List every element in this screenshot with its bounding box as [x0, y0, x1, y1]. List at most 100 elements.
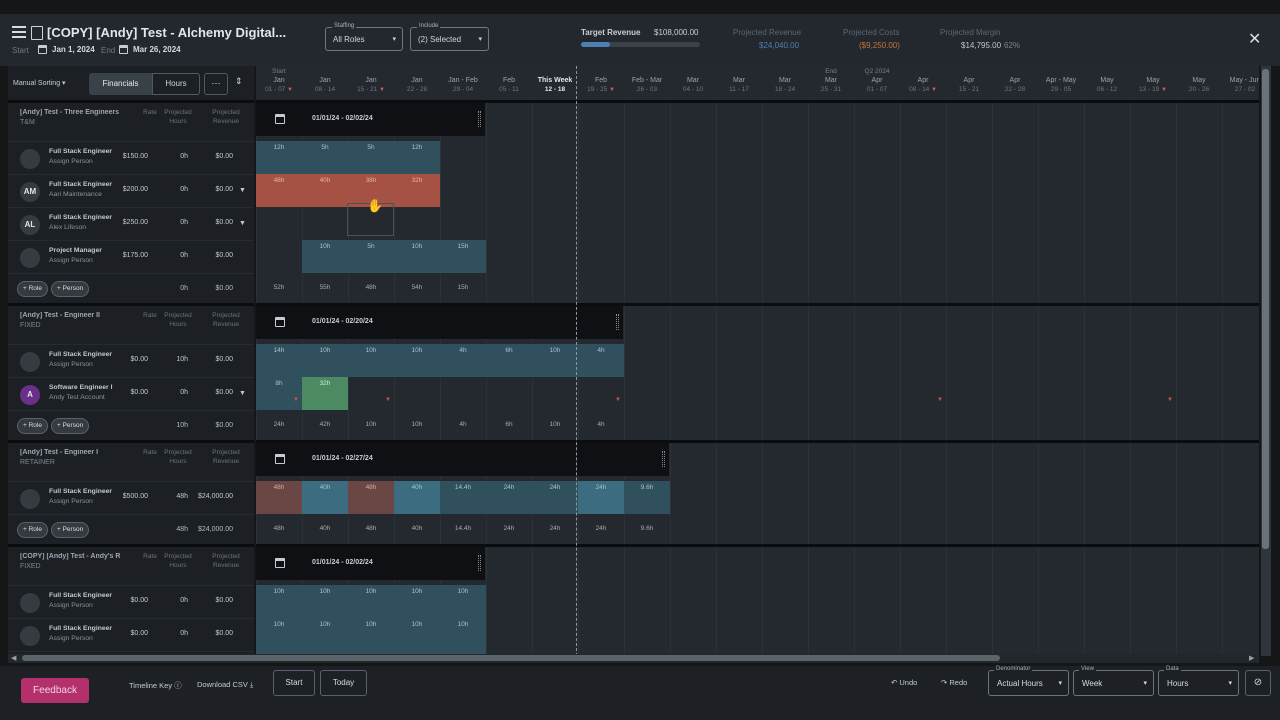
add-role-button[interactable]: + Role	[17, 418, 48, 434]
rate-value[interactable]: $200.00	[110, 186, 148, 193]
end-date[interactable]: Mar 26, 2024	[133, 45, 181, 54]
rate-value[interactable]: $0.00	[110, 597, 148, 604]
avatar[interactable]	[20, 248, 40, 268]
group-timeline-bar[interactable]: 01/01/24 - 02/20/24	[256, 306, 623, 339]
undo-button[interactable]: ↶ Undo	[891, 678, 917, 687]
group-timeline-bar[interactable]: 01/01/24 - 02/02/24	[256, 103, 485, 136]
hours-cell[interactable]: 6h	[486, 344, 532, 377]
group-name[interactable]: [Andy] Test - Engineer II	[20, 312, 120, 319]
caret-down-icon[interactable]: ▼	[239, 187, 246, 194]
role-name[interactable]: Full Stack Engineer	[49, 625, 119, 632]
group-name[interactable]: [COPY] [Andy] Test - Andy's Re	[20, 553, 120, 560]
close-icon[interactable]: ✕	[1248, 29, 1261, 49]
hours-cell[interactable]: 48h	[256, 174, 302, 207]
hours-cell[interactable]: 4h	[440, 344, 486, 377]
hours-cell[interactable]: 4h	[578, 344, 624, 377]
avatar[interactable]	[20, 352, 40, 372]
hours-cell[interactable]: 14.4h	[440, 481, 486, 514]
hours-cell[interactable]: 48h	[256, 481, 302, 514]
include-select[interactable]: Include (2) Selected ▾	[410, 23, 489, 51]
rate-value[interactable]: $175.00	[110, 252, 148, 259]
drag-handle-icon[interactable]	[662, 451, 665, 467]
hours-cell[interactable]: 10h	[302, 618, 348, 651]
hours-cell[interactable]: 40h	[394, 481, 440, 514]
hours-cell[interactable]: 5h	[302, 141, 348, 174]
avatar[interactable]	[20, 489, 40, 509]
group-timeline-bar[interactable]: 01/01/24 - 02/02/24	[256, 547, 485, 580]
hours-cell[interactable]: 5h	[348, 141, 394, 174]
caret-down-icon[interactable]: ▼	[239, 390, 246, 397]
collapse-icon[interactable]: ⇕	[235, 76, 243, 87]
add-person-button[interactable]: + Person	[51, 522, 90, 538]
hours-cell[interactable]: 24h	[486, 481, 532, 514]
hours-cell[interactable]: 10h	[348, 585, 394, 618]
drag-handle-icon[interactable]	[478, 111, 481, 127]
role-name[interactable]: Software Engineer I	[49, 384, 119, 391]
hours-cell[interactable]: 10h	[302, 344, 348, 377]
group-timeline-bar[interactable]: 01/01/24 - 02/27/24	[256, 443, 669, 476]
add-person-button[interactable]: + Person	[51, 418, 90, 434]
hours-cell[interactable]: 10h	[256, 618, 302, 651]
data-select[interactable]: Data Hours ▾	[1158, 666, 1239, 696]
timeline-key-link[interactable]: Timeline Key ⓘ	[129, 680, 182, 691]
role-name[interactable]: Full Stack Engineer	[49, 181, 119, 188]
view-select[interactable]: View Week ▾	[1073, 666, 1154, 696]
role-name[interactable]: Project Manager	[49, 247, 119, 254]
caret-down-icon[interactable]: ▼	[239, 220, 246, 227]
hours-cell[interactable]: 10h	[440, 585, 486, 618]
avatar[interactable]: AL	[20, 215, 40, 235]
person-name[interactable]: Assign Person	[49, 635, 119, 642]
rate-value[interactable]: $150.00	[110, 153, 148, 160]
avatar[interactable]: AM	[20, 182, 40, 202]
hours-cell[interactable]: 10h	[348, 344, 394, 377]
rate-value[interactable]: $500.00	[110, 493, 148, 500]
hours-cell[interactable]: 32h	[394, 174, 440, 207]
role-name[interactable]: Full Stack Engineer	[49, 148, 119, 155]
person-name[interactable]: Assign Person	[49, 498, 119, 505]
download-csv-link[interactable]: Download CSV ⤓	[197, 680, 253, 690]
hours-cell[interactable]: 32h	[302, 377, 348, 410]
rate-value[interactable]: $0.00	[110, 389, 148, 396]
horizontal-scrollbar[interactable]: ◀ ▶	[8, 654, 1259, 663]
avatar[interactable]	[20, 626, 40, 646]
avatar[interactable]	[20, 149, 40, 169]
more-options-button[interactable]: ⋯	[204, 73, 228, 95]
vertical-scrollbar[interactable]	[1261, 66, 1271, 656]
avatar[interactable]: A	[20, 385, 40, 405]
person-name[interactable]: Aari Maintenance	[49, 191, 119, 198]
rate-value[interactable]: $0.00	[110, 630, 148, 637]
hours-cell[interactable]: 15h	[440, 240, 486, 273]
add-person-button[interactable]: + Person	[51, 281, 90, 297]
hours-cell[interactable]: 10h	[394, 344, 440, 377]
hours-cell[interactable]: 24h	[532, 481, 578, 514]
hours-cell[interactable]: 10h	[302, 585, 348, 618]
group-name[interactable]: [Andy] Test - Engineer I	[20, 449, 120, 456]
redo-button[interactable]: ↷ Redo	[941, 678, 967, 687]
menu-icon[interactable]	[12, 26, 26, 38]
scroll-right-icon[interactable]: ▶	[1249, 654, 1254, 662]
person-name[interactable]: Alex Lifeson	[49, 224, 119, 231]
rate-value[interactable]: $250.00	[110, 219, 148, 226]
role-name[interactable]: Full Stack Engineer	[49, 351, 119, 358]
hours-cell[interactable]: 5h	[348, 240, 394, 273]
hours-cell[interactable]: 10h	[394, 240, 440, 273]
drag-handle-icon[interactable]	[616, 314, 619, 330]
person-name[interactable]: Assign Person	[49, 257, 119, 264]
today-button[interactable]: Today	[320, 670, 367, 696]
hours-cell[interactable]: 10h	[302, 240, 348, 273]
role-name[interactable]: Full Stack Engineer	[49, 214, 119, 221]
project-title[interactable]: [COPY] [Andy] Test - Alchemy Digital...	[47, 25, 286, 40]
start-button[interactable]: Start	[273, 670, 315, 696]
hours-cell[interactable]: 40h	[302, 174, 348, 207]
role-name[interactable]: Full Stack Engineer	[49, 488, 119, 495]
add-role-button[interactable]: + Role	[17, 281, 48, 297]
hours-cell[interactable]: 10h	[440, 618, 486, 651]
horizontal-scroll-thumb[interactable]	[22, 655, 1000, 661]
tab-financials[interactable]: Financials	[89, 73, 152, 95]
group-name[interactable]: [Andy] Test - Three Engineers	[20, 109, 120, 116]
vertical-scroll-thumb[interactable]	[1262, 69, 1269, 549]
hours-cell[interactable]: 10h	[256, 585, 302, 618]
hours-cell[interactable]: 10h	[394, 618, 440, 651]
drag-handle-icon[interactable]	[478, 555, 481, 571]
tab-hours[interactable]: Hours	[152, 73, 200, 95]
